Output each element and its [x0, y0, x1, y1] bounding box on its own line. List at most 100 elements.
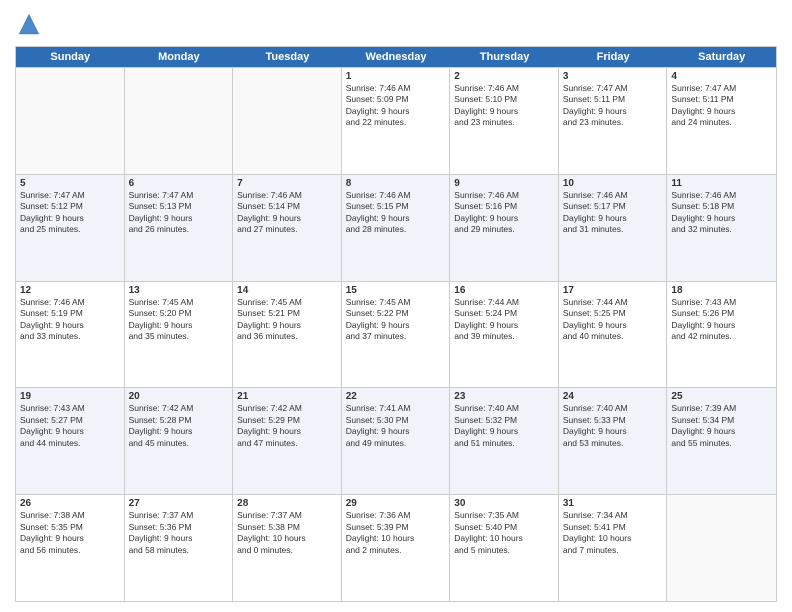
day-info: Sunrise: 7:46 AM Sunset: 5:09 PM Dayligh…	[346, 83, 446, 129]
day-number: 3	[563, 71, 663, 82]
header-day-friday: Friday	[559, 47, 668, 67]
calendar: SundayMondayTuesdayWednesdayThursdayFrid…	[15, 46, 777, 602]
week-row-3: 19Sunrise: 7:43 AM Sunset: 5:27 PM Dayli…	[16, 387, 776, 494]
day-info: Sunrise: 7:40 AM Sunset: 5:33 PM Dayligh…	[563, 403, 663, 449]
day-number: 12	[20, 285, 120, 296]
day-number: 4	[671, 71, 772, 82]
day-number: 11	[671, 178, 772, 189]
day-cell-8: 8Sunrise: 7:46 AM Sunset: 5:15 PM Daylig…	[342, 175, 451, 281]
day-cell-31: 31Sunrise: 7:34 AM Sunset: 5:41 PM Dayli…	[559, 495, 668, 601]
day-cell-28: 28Sunrise: 7:37 AM Sunset: 5:38 PM Dayli…	[233, 495, 342, 601]
day-info: Sunrise: 7:47 AM Sunset: 5:12 PM Dayligh…	[20, 190, 120, 236]
day-number: 9	[454, 178, 554, 189]
day-info: Sunrise: 7:46 AM Sunset: 5:10 PM Dayligh…	[454, 83, 554, 129]
logo-icon	[15, 10, 43, 38]
day-cell-18: 18Sunrise: 7:43 AM Sunset: 5:26 PM Dayli…	[667, 282, 776, 388]
day-number: 22	[346, 391, 446, 402]
day-number: 8	[346, 178, 446, 189]
day-info: Sunrise: 7:46 AM Sunset: 5:16 PM Dayligh…	[454, 190, 554, 236]
day-info: Sunrise: 7:40 AM Sunset: 5:32 PM Dayligh…	[454, 403, 554, 449]
day-info: Sunrise: 7:42 AM Sunset: 5:29 PM Dayligh…	[237, 403, 337, 449]
day-cell-24: 24Sunrise: 7:40 AM Sunset: 5:33 PM Dayli…	[559, 388, 668, 494]
day-cell-25: 25Sunrise: 7:39 AM Sunset: 5:34 PM Dayli…	[667, 388, 776, 494]
header-day-sunday: Sunday	[16, 47, 125, 67]
day-info: Sunrise: 7:41 AM Sunset: 5:30 PM Dayligh…	[346, 403, 446, 449]
day-number: 31	[563, 498, 663, 509]
day-info: Sunrise: 7:46 AM Sunset: 5:15 PM Dayligh…	[346, 190, 446, 236]
day-cell-11: 11Sunrise: 7:46 AM Sunset: 5:18 PM Dayli…	[667, 175, 776, 281]
day-number: 18	[671, 285, 772, 296]
day-cell-3: 3Sunrise: 7:47 AM Sunset: 5:11 PM Daylig…	[559, 68, 668, 174]
day-number: 1	[346, 71, 446, 82]
day-cell-22: 22Sunrise: 7:41 AM Sunset: 5:30 PM Dayli…	[342, 388, 451, 494]
day-info: Sunrise: 7:37 AM Sunset: 5:36 PM Dayligh…	[129, 510, 229, 556]
header-day-wednesday: Wednesday	[342, 47, 451, 67]
day-number: 19	[20, 391, 120, 402]
day-cell-10: 10Sunrise: 7:46 AM Sunset: 5:17 PM Dayli…	[559, 175, 668, 281]
day-cell-23: 23Sunrise: 7:40 AM Sunset: 5:32 PM Dayli…	[450, 388, 559, 494]
header-day-tuesday: Tuesday	[233, 47, 342, 67]
day-number: 26	[20, 498, 120, 509]
day-info: Sunrise: 7:45 AM Sunset: 5:21 PM Dayligh…	[237, 297, 337, 343]
day-cell-9: 9Sunrise: 7:46 AM Sunset: 5:16 PM Daylig…	[450, 175, 559, 281]
logo	[15, 10, 47, 38]
day-number: 14	[237, 285, 337, 296]
calendar-header: SundayMondayTuesdayWednesdayThursdayFrid…	[16, 47, 776, 67]
day-number: 2	[454, 71, 554, 82]
day-number: 29	[346, 498, 446, 509]
day-number: 13	[129, 285, 229, 296]
day-info: Sunrise: 7:47 AM Sunset: 5:11 PM Dayligh…	[563, 83, 663, 129]
day-info: Sunrise: 7:38 AM Sunset: 5:35 PM Dayligh…	[20, 510, 120, 556]
day-info: Sunrise: 7:39 AM Sunset: 5:34 PM Dayligh…	[671, 403, 772, 449]
empty-cell-4-6	[667, 495, 776, 601]
day-cell-19: 19Sunrise: 7:43 AM Sunset: 5:27 PM Dayli…	[16, 388, 125, 494]
header	[15, 10, 777, 38]
week-row-4: 26Sunrise: 7:38 AM Sunset: 5:35 PM Dayli…	[16, 494, 776, 601]
day-info: Sunrise: 7:46 AM Sunset: 5:14 PM Dayligh…	[237, 190, 337, 236]
header-day-saturday: Saturday	[667, 47, 776, 67]
day-cell-12: 12Sunrise: 7:46 AM Sunset: 5:19 PM Dayli…	[16, 282, 125, 388]
day-number: 5	[20, 178, 120, 189]
day-number: 21	[237, 391, 337, 402]
day-number: 15	[346, 285, 446, 296]
day-cell-20: 20Sunrise: 7:42 AM Sunset: 5:28 PM Dayli…	[125, 388, 234, 494]
day-number: 27	[129, 498, 229, 509]
day-cell-6: 6Sunrise: 7:47 AM Sunset: 5:13 PM Daylig…	[125, 175, 234, 281]
day-info: Sunrise: 7:47 AM Sunset: 5:11 PM Dayligh…	[671, 83, 772, 129]
day-cell-27: 27Sunrise: 7:37 AM Sunset: 5:36 PM Dayli…	[125, 495, 234, 601]
header-day-thursday: Thursday	[450, 47, 559, 67]
day-number: 17	[563, 285, 663, 296]
day-info: Sunrise: 7:37 AM Sunset: 5:38 PM Dayligh…	[237, 510, 337, 556]
day-info: Sunrise: 7:47 AM Sunset: 5:13 PM Dayligh…	[129, 190, 229, 236]
day-cell-13: 13Sunrise: 7:45 AM Sunset: 5:20 PM Dayli…	[125, 282, 234, 388]
day-info: Sunrise: 7:44 AM Sunset: 5:24 PM Dayligh…	[454, 297, 554, 343]
day-cell-21: 21Sunrise: 7:42 AM Sunset: 5:29 PM Dayli…	[233, 388, 342, 494]
page: SundayMondayTuesdayWednesdayThursdayFrid…	[0, 0, 792, 612]
week-row-1: 5Sunrise: 7:47 AM Sunset: 5:12 PM Daylig…	[16, 174, 776, 281]
day-cell-5: 5Sunrise: 7:47 AM Sunset: 5:12 PM Daylig…	[16, 175, 125, 281]
day-cell-14: 14Sunrise: 7:45 AM Sunset: 5:21 PM Dayli…	[233, 282, 342, 388]
day-number: 23	[454, 391, 554, 402]
day-info: Sunrise: 7:43 AM Sunset: 5:27 PM Dayligh…	[20, 403, 120, 449]
day-cell-4: 4Sunrise: 7:47 AM Sunset: 5:11 PM Daylig…	[667, 68, 776, 174]
day-info: Sunrise: 7:46 AM Sunset: 5:18 PM Dayligh…	[671, 190, 772, 236]
empty-cell-0-1	[125, 68, 234, 174]
day-cell-2: 2Sunrise: 7:46 AM Sunset: 5:10 PM Daylig…	[450, 68, 559, 174]
day-number: 25	[671, 391, 772, 402]
day-number: 7	[237, 178, 337, 189]
day-cell-26: 26Sunrise: 7:38 AM Sunset: 5:35 PM Dayli…	[16, 495, 125, 601]
header-day-monday: Monday	[125, 47, 234, 67]
day-number: 10	[563, 178, 663, 189]
day-cell-17: 17Sunrise: 7:44 AM Sunset: 5:25 PM Dayli…	[559, 282, 668, 388]
day-info: Sunrise: 7:45 AM Sunset: 5:22 PM Dayligh…	[346, 297, 446, 343]
empty-cell-0-0	[16, 68, 125, 174]
day-cell-30: 30Sunrise: 7:35 AM Sunset: 5:40 PM Dayli…	[450, 495, 559, 601]
day-info: Sunrise: 7:36 AM Sunset: 5:39 PM Dayligh…	[346, 510, 446, 556]
day-number: 24	[563, 391, 663, 402]
day-number: 20	[129, 391, 229, 402]
day-info: Sunrise: 7:46 AM Sunset: 5:17 PM Dayligh…	[563, 190, 663, 236]
day-cell-1: 1Sunrise: 7:46 AM Sunset: 5:09 PM Daylig…	[342, 68, 451, 174]
day-info: Sunrise: 7:44 AM Sunset: 5:25 PM Dayligh…	[563, 297, 663, 343]
calendar-body: 1Sunrise: 7:46 AM Sunset: 5:09 PM Daylig…	[16, 67, 776, 601]
day-number: 16	[454, 285, 554, 296]
